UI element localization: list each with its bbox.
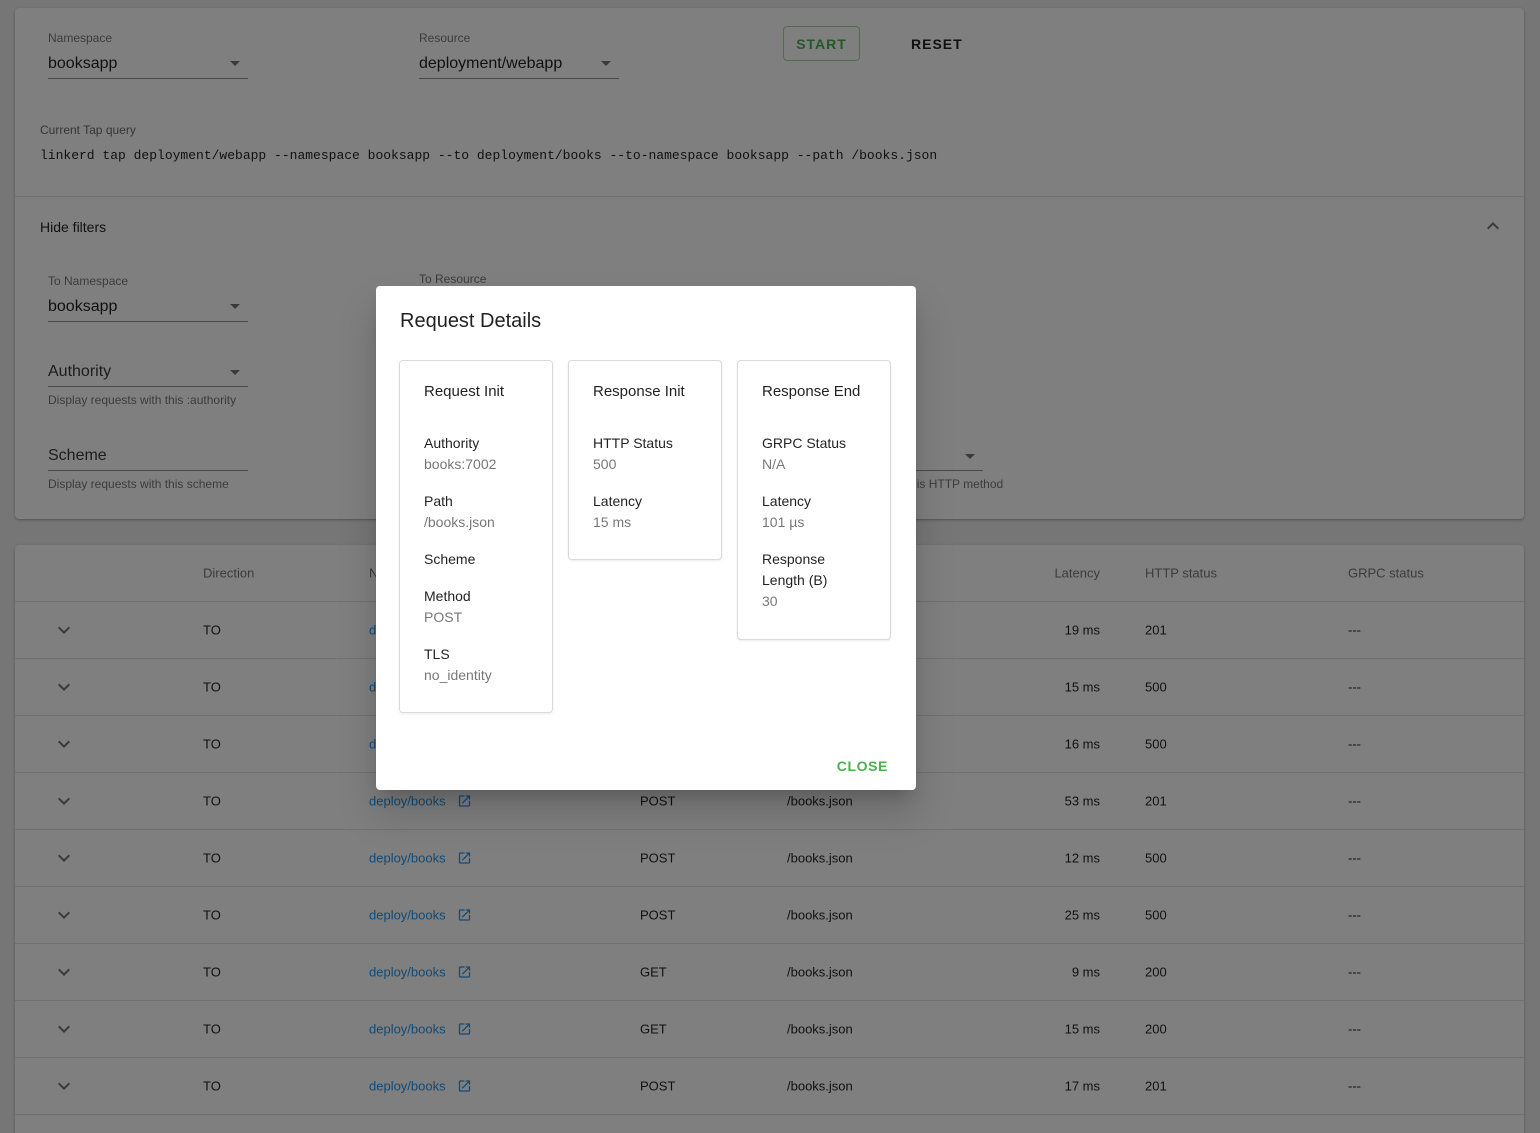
dialog-title: Request Details — [400, 310, 542, 332]
detail-field: Path/books.json — [424, 491, 528, 533]
detail-field: Latency 15 ms — [593, 491, 697, 533]
detail-card: Response Init HTTP Status 500 Latency 15 ms — [568, 360, 722, 560]
close-button[interactable]: CLOSE — [821, 750, 904, 782]
detail-field-label: GRPC Status — [762, 435, 847, 451]
detail-card-title: Request Init — [424, 383, 505, 400]
detail-field-value: 15 ms — [593, 514, 632, 530]
linkerd-tap-page: Namespace booksapp Resource deployment/w… — [0, 0, 1540, 1133]
detail-field-label: TLS — [424, 646, 450, 662]
detail-field-value: POST — [424, 609, 463, 625]
detail-field-value: /books.json — [424, 514, 495, 530]
detail-field: TLS no_identity — [424, 644, 528, 686]
detail-field-label: Path — [424, 493, 453, 509]
detail-field-label: Authority — [424, 435, 480, 451]
detail-field: Method POST — [424, 586, 528, 628]
detail-card: Request Init Authority books:7002 Path/book… — [399, 360, 553, 713]
detail-field-value: N/A — [762, 456, 786, 472]
detail-card: Response End GRPC Status N/A Latency 101 µs R… — [737, 360, 891, 640]
detail-field: Authority books:7002 — [424, 433, 528, 475]
detail-field-label: HTTP Status — [593, 435, 673, 451]
detail-field: GRPC Status N/A — [762, 433, 866, 475]
detail-field-value: 30 — [762, 593, 778, 609]
detail-field: HTTP Status 500 — [593, 433, 697, 475]
detail-field-value: no_identity — [424, 667, 492, 683]
detail-card-title: Response End — [762, 383, 861, 400]
detail-field-label: Response Length (B) — [762, 551, 828, 588]
request-detail-cards: Request Init Authority books:7002 Path/book… — [399, 360, 891, 713]
detail-field-label: Latency — [593, 493, 643, 509]
detail-field-label: Latency — [762, 493, 812, 509]
detail-field: Scheme — [424, 549, 528, 570]
detail-field-label: Scheme — [424, 551, 476, 567]
detail-field-value: books:7002 — [424, 456, 497, 472]
detail-field-value: 101 µs — [762, 514, 805, 530]
detail-field-label: Method — [424, 588, 471, 604]
detail-field-value: 500 — [593, 456, 617, 472]
request-details-dialog: Request Details Request Init Authority boo… — [376, 286, 916, 790]
detail-field: Response Length (B) 30 — [762, 549, 866, 612]
detail-card-title: Response Init — [593, 383, 685, 400]
detail-field: Latency 101 µs — [762, 491, 866, 533]
